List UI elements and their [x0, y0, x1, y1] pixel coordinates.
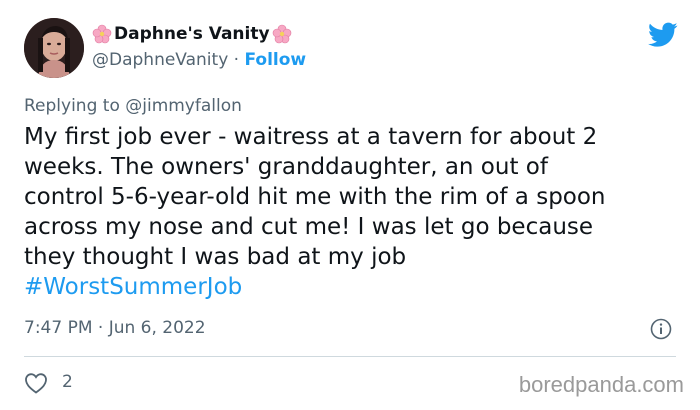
- heart-outline-icon[interactable]: [24, 372, 48, 394]
- tweet-timestamp[interactable]: 7:47 PM · Jun 6, 2022: [24, 318, 206, 338]
- tweet-text-line: across my nose and cut me! I was let go …: [24, 214, 594, 240]
- watermark: boredpanda.com: [518, 372, 684, 397]
- follow-button[interactable]: Follow: [244, 50, 306, 70]
- tweet-text: My first job ever - waitress at a tavern…: [24, 122, 684, 302]
- display-name[interactable]: Daphne's Vanity: [92, 24, 292, 44]
- cherry-blossom-icon: [92, 24, 112, 44]
- tweet-text-line: weeks. The owners' granddaughter, an out…: [24, 154, 548, 180]
- tweet-text-line: they thought I was bad at my job: [24, 244, 407, 270]
- hashtag-link[interactable]: #WorstSummerJob: [24, 272, 684, 302]
- display-name-text: Daphne's Vanity: [114, 24, 270, 44]
- divider: [24, 356, 676, 357]
- info-circle-icon[interactable]: [650, 318, 672, 340]
- avatar[interactable]: [24, 18, 84, 78]
- twitter-bird-icon[interactable]: [648, 22, 678, 48]
- avatar-photo: [24, 18, 84, 78]
- tweet-text-line: My first job ever - waitress at a tavern…: [24, 124, 598, 150]
- user-handle[interactable]: @DaphneVanity: [92, 50, 228, 70]
- tweet-text-line: control 5-6-year-old hit me with the rim…: [24, 184, 606, 210]
- like-count: 2: [62, 372, 73, 392]
- replying-to: Replying to @jimmyfallon: [24, 96, 242, 116]
- handle-row: @DaphneVanity · Follow: [92, 50, 306, 70]
- cherry-blossom-icon: [272, 24, 292, 44]
- separator-dot: ·: [228, 50, 245, 70]
